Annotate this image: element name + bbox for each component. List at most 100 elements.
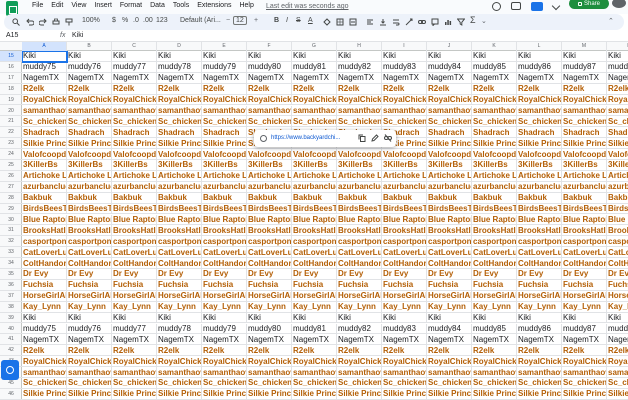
cell-d25[interactable]: 3KillerBs [157,160,202,171]
cell-m25[interactable]: 3KillerBs [562,160,607,171]
cell-k39[interactable]: Kiki [472,312,517,324]
cell-b41[interactable]: NagemTX [67,334,112,346]
cell-d39[interactable]: Kiki [157,312,202,324]
cell-f27[interactable]: azurbanclucl [247,181,292,193]
cell-l35[interactable]: Dr Evy [517,269,562,280]
cell-b23[interactable]: Silkie Prince [67,138,112,150]
cell-f30[interactable]: Blue Raptor [247,214,292,226]
cell-n46[interactable]: Silkie Prince [607,389,628,400]
cell-k38[interactable]: Kay_Lynn [472,301,517,313]
cell-n34[interactable]: ColtHandorf [607,258,628,269]
cell-g36[interactable]: Fuchsia [292,279,337,291]
cell-d40[interactable]: muddy78 [157,323,202,335]
cell-i42[interactable]: R2elk [382,345,427,357]
cell-g28[interactable]: Bakbuk [292,192,337,204]
cell-j46[interactable]: Silkie Prince [427,388,472,400]
cell-j35[interactable]: Dr Evy [427,269,472,280]
cell-c41[interactable]: NagemTX [112,334,157,346]
cell-m35[interactable]: Dr Evy [562,269,607,280]
cell-d32[interactable]: casportpony [157,236,202,248]
cell-n28[interactable]: Bakbuk [607,193,628,204]
cell-i43[interactable]: RoyalChick [382,356,427,368]
row-header-20[interactable]: 20 [0,106,22,117]
row-header-21[interactable]: 21 [0,116,22,128]
cell-n30[interactable]: Blue Raptor [607,215,628,226]
cell-g18[interactable]: R2elk [292,83,337,95]
cell-e28[interactable]: Bakbuk [202,192,247,204]
row-header-32[interactable]: 32 [0,236,22,248]
row-header-42[interactable]: 42 [0,345,22,357]
cell-h31[interactable]: BrooksHatle [337,225,382,237]
cell-e22[interactable]: Shadrach [202,127,247,139]
cell-b20[interactable]: samanthaov [67,105,112,117]
more-icon[interactable]: ⌄ [481,17,487,25]
cell-c18[interactable]: R2elk [112,83,157,95]
cell-g31[interactable]: BrooksHatle [292,225,337,237]
cell-m34[interactable]: ColtHandorf [562,258,607,269]
cell-m17[interactable]: NagemTX [562,72,607,84]
function-icon[interactable]: Σ [470,15,476,25]
row-header-18[interactable]: 18 [0,84,22,95]
cell-k26[interactable]: Artichoke Lo [472,170,517,182]
cell-e42[interactable]: R2elk [202,345,247,357]
cell-g30[interactable]: Blue Raptor [292,214,337,226]
cell-i35[interactable]: Dr Evy [382,269,427,280]
cell-a43[interactable]: RoyalChick [22,356,67,368]
search-menus-icon[interactable] [12,18,20,26]
text-wrap-icon[interactable] [392,18,400,26]
cell-m36[interactable]: Fuchsia [562,279,607,291]
cell-g39[interactable]: Kiki [292,312,337,324]
cell-b36[interactable]: Fuchsia [67,279,112,291]
column-header-f[interactable]: F [247,42,292,51]
cell-c16[interactable]: muddy77 [112,61,157,73]
cell-a25[interactable]: 3KillerBs [22,160,67,171]
cell-h15[interactable]: Kiki [337,51,382,62]
cell-c23[interactable]: Silkie Prince [112,138,157,150]
menu-edit[interactable]: Edit [51,2,63,9]
cell-n39[interactable]: Kiki [607,313,628,324]
cell-m18[interactable]: R2elk [562,83,607,95]
cell-c20[interactable]: samanthaov [112,105,157,117]
cell-e37[interactable]: HorseGirlAbi [202,290,247,302]
cell-h42[interactable]: R2elk [337,345,382,357]
cell-g42[interactable]: R2elk [292,345,337,357]
cell-c45[interactable]: Sc_chickeng [112,378,157,389]
cell-d23[interactable]: Silkie Prince [157,138,202,150]
history-icon[interactable] [492,1,501,11]
cell-e26[interactable]: Artichoke Lo [202,170,247,182]
cell-l16[interactable]: muddy86 [517,61,562,73]
menu-view[interactable]: View [71,2,86,9]
cell-f25[interactable]: 3KillerBs [247,160,292,171]
formula-input[interactable]: Kiki [72,32,83,39]
cell-n24[interactable]: Valofcoopde [607,149,628,160]
merge-icon[interactable] [349,18,357,26]
cell-e17[interactable]: NagemTX [202,72,247,84]
link-icon[interactable] [418,18,426,26]
cell-e24[interactable]: Valofcoopde [202,149,247,160]
cell-l29[interactable]: BirdsBeesTr [517,203,562,215]
row-header-30[interactable]: 30 [0,215,22,226]
cell-e32[interactable]: casportpony [202,236,247,248]
cell-n20[interactable]: samanthaov [607,106,628,117]
cell-n33[interactable]: CatLoverLu [607,247,628,259]
cell-n25[interactable]: 3KillerBs [607,160,628,171]
row-header-16[interactable]: 16 [0,62,22,73]
cell-k31[interactable]: BrooksHatle [472,225,517,237]
cell-d20[interactable]: samanthaov [157,105,202,117]
cell-b21[interactable]: Sc_chickeng [67,116,112,128]
cell-n41[interactable]: NagemTX [607,334,628,346]
font-size-decrease-button[interactable]: − [226,17,230,24]
cell-c34[interactable]: ColtHandorf [112,258,157,269]
cell-a46[interactable]: Silkie Prince [22,388,67,400]
cell-j23[interactable]: Silkie Prince [427,138,472,150]
cell-i40[interactable]: muddy83 [382,323,427,335]
cell-d30[interactable]: Blue Raptor [157,214,202,226]
italic-icon[interactable]: I [286,17,288,24]
cell-d34[interactable]: ColtHandorf [157,258,202,269]
cell-b16[interactable]: muddy76 [67,61,112,73]
cell-e34[interactable]: ColtHandorf [202,258,247,269]
cell-h16[interactable]: muddy82 [337,61,382,73]
print-icon[interactable] [52,18,60,26]
cell-h28[interactable]: Bakbuk [337,192,382,204]
cell-g33[interactable]: CatLoverLu [292,247,337,259]
